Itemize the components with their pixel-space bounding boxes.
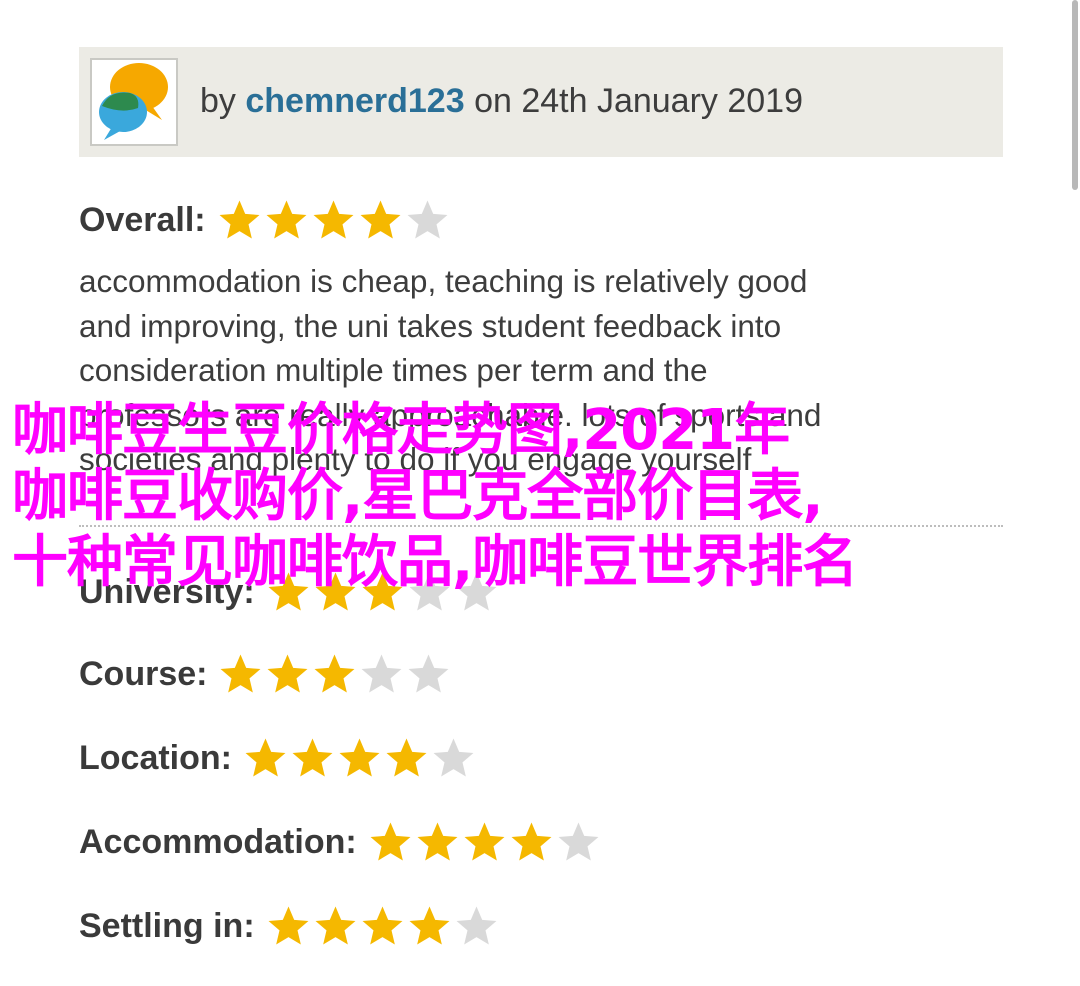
star-rating <box>367 819 602 866</box>
star-filled-icon <box>313 200 354 239</box>
rating-label: Location: <box>79 738 232 777</box>
overlay-line: 十种常见咖啡饮品,咖啡豆世界排名 <box>12 530 858 595</box>
rating-course: Course: <box>79 644 452 704</box>
star-empty-icon <box>456 906 497 945</box>
star-empty-icon <box>558 822 599 861</box>
star-filled-icon <box>268 906 309 945</box>
star-filled-icon <box>339 738 380 777</box>
author-link[interactable]: chemnerd123 <box>245 82 464 120</box>
avatar[interactable] <box>90 58 178 146</box>
star-empty-icon <box>361 654 402 693</box>
rating-label: Course: <box>79 654 208 693</box>
review-header: by chemnerd123 on 24th January 2019 <box>79 47 1003 157</box>
review-line: and improving, the uni takes student fee… <box>79 307 782 344</box>
star-filled-icon <box>464 822 505 861</box>
star-filled-icon <box>266 200 307 239</box>
star-filled-icon <box>220 654 261 693</box>
star-filled-icon <box>417 822 458 861</box>
star-filled-icon <box>386 738 427 777</box>
overlay-line: 咖啡豆生豆价格走势图,2021年 <box>12 398 790 463</box>
star-rating <box>217 651 452 698</box>
overlay-line: 咖啡豆收购价,星巴克全部价目表, <box>12 464 824 529</box>
star-filled-icon <box>219 200 260 239</box>
rating-accommodation: Accommodation: <box>79 812 602 872</box>
star-filled-icon <box>362 906 403 945</box>
star-empty-icon <box>433 738 474 777</box>
speech-bubbles-icon <box>99 63 168 140</box>
star-filled-icon <box>370 822 411 861</box>
star-filled-icon <box>314 654 355 693</box>
rating-overall: Overall: <box>79 190 451 250</box>
star-rating <box>265 903 500 950</box>
review-line: consideration multiple times per term an… <box>79 352 708 388</box>
star-filled-icon <box>292 738 333 777</box>
star-filled-icon <box>511 822 552 861</box>
star-filled-icon <box>315 906 356 945</box>
star-filled-icon <box>409 906 450 945</box>
star-filled-icon <box>267 654 308 693</box>
review-byline: by chemnerd123 on 24th January 2019 <box>200 77 803 125</box>
rating-label: Overall: <box>79 200 206 239</box>
star-rating <box>242 735 477 782</box>
rating-location: Location: <box>79 728 477 788</box>
star-filled-icon <box>360 200 401 239</box>
star-filled-icon <box>245 738 286 777</box>
rating-label: Settling in: <box>79 906 255 945</box>
scrollbar[interactable] <box>1072 0 1078 190</box>
star-empty-icon <box>407 200 448 239</box>
rating-settling-in: Settling in: <box>79 896 500 956</box>
star-rating <box>216 197 451 244</box>
watermark-overlay-text: 咖啡豆生豆价格走势图,2021年 咖啡豆收购价,星巴克全部价目表, 十种常见咖啡… <box>12 398 1072 596</box>
review-line: accommodation is cheap, teaching is rela… <box>79 263 808 299</box>
rating-label: Accommodation: <box>79 822 357 861</box>
star-empty-icon <box>408 654 449 693</box>
byline-prefix: by <box>200 82 236 120</box>
review-date: on 24th January 2019 <box>474 82 803 120</box>
